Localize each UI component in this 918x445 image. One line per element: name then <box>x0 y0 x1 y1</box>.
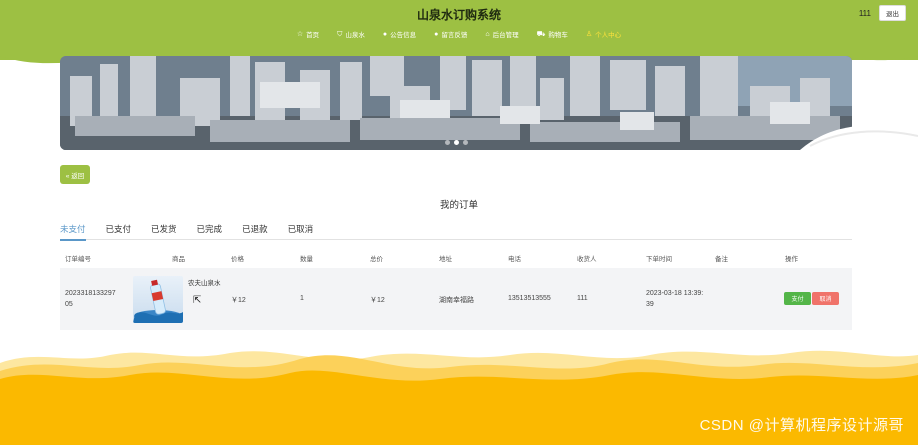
carousel-dot[interactable] <box>444 140 450 145</box>
cart-icon: ⛟ <box>536 30 546 38</box>
banner-swoosh-decoration <box>800 125 918 160</box>
city-banner-carousel[interactable] <box>60 56 852 150</box>
nav-item-label: 购物车 <box>548 32 568 39</box>
nav-item-feedback[interactable]: ● 留言反馈 <box>434 29 468 40</box>
header-order-no: 订单编号 <box>65 256 91 263</box>
nav-item-home[interactable]: ☆ 首页 <box>296 29 320 40</box>
feedback-icon: ● <box>434 30 439 38</box>
mouse-cursor-icon: ⇱ <box>193 295 202 306</box>
carousel-dot[interactable] <box>453 140 459 145</box>
main-nav: ☆ 首页 ⛉ 山泉水 ● 公告信息 ● 留言反馈 ⌂ 后台管理 ⛟ 购物车 ♙ … <box>0 29 918 40</box>
nav-item-notices[interactable]: ● 公告信息 <box>382 29 417 40</box>
order-address: 湖南幸福路 <box>439 297 474 304</box>
tab-completed[interactable]: 已完成 <box>197 223 223 240</box>
nav-item-label: 公告信息 <box>390 32 417 39</box>
orders-table: 订单编号 商品 价格 数量 总价 地址 电话 收货人 下单时间 备注 操作 20… <box>60 246 852 330</box>
header-recipient: 收货人 <box>577 256 597 263</box>
header-phone: 电话 <box>508 256 521 263</box>
info-icon: ● <box>382 30 388 38</box>
tab-cancelled[interactable]: 已取消 <box>288 223 314 240</box>
order-number-cont: 05 <box>65 301 73 308</box>
header-address: 地址 <box>439 256 452 263</box>
table-header: 订单编号 商品 价格 数量 总价 地址 电话 收货人 下单时间 备注 操作 <box>60 246 852 268</box>
header-order-time: 下单时间 <box>646 256 672 263</box>
order-price: ￥12 <box>231 297 246 304</box>
product-water-bottle-image[interactable] <box>133 276 183 323</box>
nav-item-label: 留言反馈 <box>441 32 468 39</box>
pay-button[interactable]: 支付 <box>784 292 811 305</box>
order-quantity: 1 <box>300 295 304 302</box>
table-row: 2023318133297 05 农夫山泉水 ⇱ ￥12 1 ￥12 湖南幸福路… <box>60 268 852 330</box>
nav-item-label: 首页 <box>306 32 320 39</box>
carousel-dot[interactable] <box>462 140 468 145</box>
order-recipient: 111 <box>577 295 588 302</box>
carousel-dots <box>60 140 852 145</box>
cityscape-image <box>60 56 852 150</box>
header-actions: 操作 <box>785 256 798 263</box>
nav-item-personal-center[interactable]: ♙ 个人中心 <box>585 29 622 40</box>
order-total: ￥12 <box>370 297 385 304</box>
nav-item-label: 后台管理 <box>492 32 519 39</box>
header-quantity: 数量 <box>300 256 313 263</box>
tab-refunded[interactable]: 已退款 <box>242 223 268 240</box>
nav-item-spring-water[interactable]: ⛉ 山泉水 <box>337 29 365 40</box>
tab-paid[interactable]: 已支付 <box>106 223 132 240</box>
tab-unpaid[interactable]: 未支付 <box>60 223 86 241</box>
order-status-tabs: 未支付 已支付 已发货 已完成 已退款 已取消 <box>60 223 852 241</box>
nav-item-cart[interactable]: ⛟ 购物车 <box>536 29 568 40</box>
order-phone: 13513513555 <box>508 295 551 302</box>
site-title: 山泉水订购系统 <box>416 8 501 22</box>
tab-shipped[interactable]: 已发货 <box>151 223 177 240</box>
header-product: 商品 <box>172 256 185 263</box>
csdn-watermark: CSDN @计算机程序设计源哥 <box>699 417 904 434</box>
order-time: 2023-03-18 13:39: <box>646 290 704 297</box>
order-time-cont: 39 <box>646 301 654 308</box>
back-button[interactable]: « 返回 <box>60 165 90 184</box>
bag-icon: ⛉ <box>337 30 343 38</box>
page-title: 我的订单 <box>439 200 478 211</box>
user-icon: ♙ <box>585 30 593 38</box>
nav-item-label: 山泉水 <box>345 32 365 39</box>
header-price: 价格 <box>231 256 244 263</box>
nav-item-label: 个人中心 <box>595 32 622 39</box>
logout-button[interactable]: 退出 <box>879 5 906 21</box>
admin-icon: ⌂ <box>485 30 490 38</box>
user-area: 111 退出 <box>859 5 906 21</box>
nav-item-admin[interactable]: ⌂ 后台管理 <box>485 29 519 40</box>
cancel-order-button[interactable]: 取消 <box>812 292 839 305</box>
product-name[interactable]: 农夫山泉水 <box>188 277 221 287</box>
user-name: 111 <box>858 8 871 18</box>
header-remark: 备注 <box>715 256 728 263</box>
header-total: 总价 <box>370 256 383 263</box>
star-icon: ☆ <box>296 30 304 38</box>
order-number: 2023318133297 <box>65 290 116 297</box>
